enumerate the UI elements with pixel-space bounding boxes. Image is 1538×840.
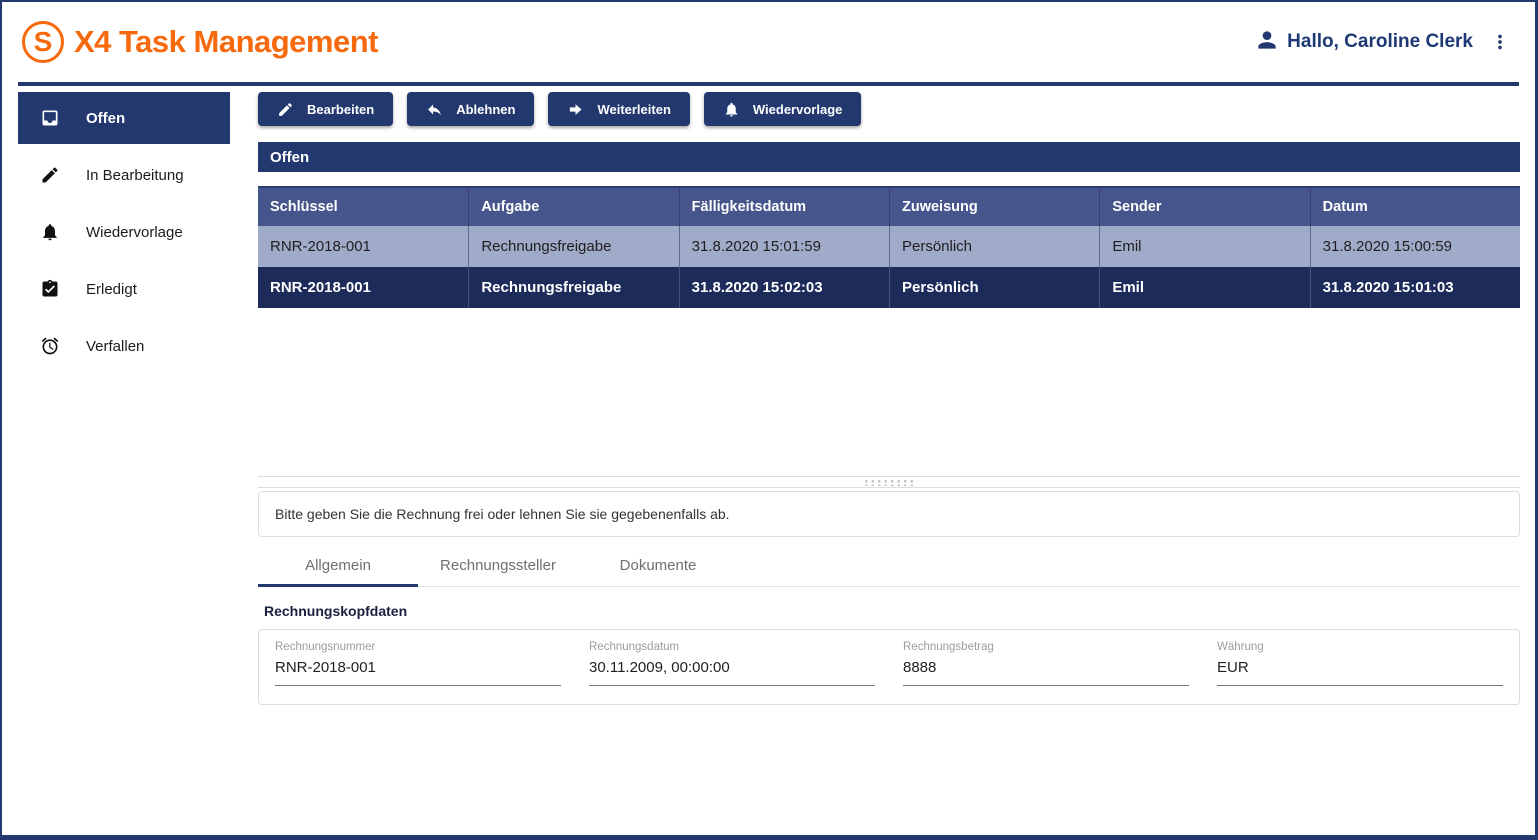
table-row[interactable]: RNR-2018-001 Rechnungsfreigabe 31.8.2020… [258, 226, 1520, 267]
cell-zuweisung: Persönlich [889, 226, 1099, 267]
field-label: Rechnungsdatum [589, 641, 875, 653]
sidebar-item-in-bearbeitung[interactable]: In Bearbeitung [18, 149, 230, 201]
table-header-row: Schlüssel Aufgabe Fälligkeitsdatum Zuwei… [258, 186, 1520, 226]
softproject-logo-icon: S [22, 21, 64, 63]
rechnungsbetrag-field[interactable]: Rechnungsbetrag 8888 [903, 641, 1189, 686]
task-list-title-bar: Offen [258, 142, 1520, 172]
logo-letter: S [34, 28, 53, 56]
cell-zuweisung: Persönlich [889, 267, 1099, 308]
detail-tabs: Allgemein Rechnungssteller Dokumente [258, 545, 1520, 587]
field-underline [903, 685, 1189, 686]
column-header-datum[interactable]: Datum [1310, 188, 1520, 226]
main-panel: Bearbeiten Ablehnen Weiterleiten [258, 86, 1535, 835]
app-title: X4 Task Management [74, 24, 378, 60]
cell-aufgabe: Rechnungsfreigabe [468, 226, 678, 267]
button-label: Weiterleiten [597, 102, 670, 117]
kebab-menu-icon[interactable] [1489, 31, 1511, 53]
field-underline [589, 685, 875, 686]
cell-datum: 31.8.2020 15:01:03 [1310, 267, 1520, 308]
cell-schluessel: RNR-2018-001 [258, 226, 468, 267]
invoice-header-form: Rechnungsnummer RNR-2018-001 Rechnungsda… [258, 629, 1520, 705]
sidebar-item-label: Erledigt [86, 281, 137, 298]
waehrung-field[interactable]: Währung EUR [1217, 641, 1503, 686]
detail-section-title: Rechnungskopfdaten [264, 603, 1520, 619]
wiedervorlage-button[interactable]: Wiedervorlage [704, 92, 861, 126]
task-done-icon [40, 279, 60, 299]
sidebar-item-erledigt[interactable]: Erledigt [18, 263, 230, 315]
forward-arrow-icon [567, 101, 584, 118]
column-header-faelligkeitsdatum[interactable]: Fälligkeitsdatum [679, 188, 889, 226]
bearbeiten-button[interactable]: Bearbeiten [258, 92, 393, 126]
sidebar-item-wiedervorlage[interactable]: Wiedervorlage [18, 206, 230, 258]
sidebar-item-label: Wiedervorlage [86, 224, 183, 241]
sidebar-item-offen[interactable]: Offen [18, 92, 230, 144]
column-header-schluessel[interactable]: Schlüssel [258, 188, 468, 226]
weiterleiten-button[interactable]: Weiterleiten [548, 92, 689, 126]
task-table: Schlüssel Aufgabe Fälligkeitsdatum Zuwei… [258, 186, 1520, 308]
splitter-handle-icon [863, 479, 915, 486]
app-window: S X4 Task Management Hallo, Caroline Cle… [0, 0, 1538, 840]
toolbar: Bearbeiten Ablehnen Weiterleiten [258, 92, 1520, 126]
reply-icon [426, 101, 443, 118]
user-area: Hallo, Caroline Clerk [1254, 27, 1511, 58]
field-underline [1217, 685, 1503, 686]
rechnungsnummer-field[interactable]: Rechnungsnummer RNR-2018-001 [275, 641, 561, 686]
column-header-zuweisung[interactable]: Zuweisung [889, 188, 1099, 226]
cell-aufgabe: Rechnungsfreigabe [468, 267, 678, 308]
field-value: RNR-2018-001 [275, 659, 561, 676]
task-list-title: Offen [270, 149, 309, 166]
ablehnen-button[interactable]: Ablehnen [407, 92, 534, 126]
user-greeting: Hallo, Caroline Clerk [1287, 31, 1473, 53]
field-value: 30.11.2009, 00:00:00 [589, 659, 875, 676]
alarm-icon [40, 336, 60, 356]
field-value: EUR [1217, 659, 1503, 676]
column-header-sender[interactable]: Sender [1099, 188, 1309, 226]
table-row-selected[interactable]: RNR-2018-001 Rechnungsfreigabe 31.8.2020… [258, 267, 1520, 308]
sidebar-item-label: In Bearbeitung [86, 167, 184, 184]
instruction-text: Bitte geben Sie die Rechnung frei oder l… [275, 506, 730, 522]
cell-schluessel: RNR-2018-001 [258, 267, 468, 308]
inbox-icon [40, 108, 60, 128]
sidebar-item-label: Offen [86, 110, 125, 127]
panel-splitter[interactable] [258, 476, 1520, 488]
tab-rechnungssteller[interactable]: Rechnungssteller [418, 545, 578, 586]
bell-icon [40, 222, 60, 242]
tab-allgemein[interactable]: Allgemein [258, 545, 418, 586]
button-label: Wiedervorlage [753, 102, 842, 117]
button-label: Ablehnen [456, 102, 515, 117]
cell-sender: Emil [1099, 226, 1309, 267]
sidebar-item-verfallen[interactable]: Verfallen [18, 320, 230, 372]
person-icon [1254, 27, 1280, 58]
field-underline [275, 685, 561, 686]
sidebar: Offen In Bearbeitung Wiedervorlage Erled… [2, 86, 258, 835]
field-label: Währung [1217, 641, 1503, 653]
field-label: Rechnungsnummer [275, 641, 561, 653]
rechnungsdatum-field[interactable]: Rechnungsdatum 30.11.2009, 00:00:00 [589, 641, 875, 686]
instruction-card: Bitte geben Sie die Rechnung frei oder l… [258, 491, 1520, 537]
sidebar-item-label: Verfallen [86, 338, 144, 355]
cell-sender: Emil [1099, 267, 1309, 308]
column-header-aufgabe[interactable]: Aufgabe [468, 188, 678, 226]
field-label: Rechnungsbetrag [903, 641, 1189, 653]
edit-icon [40, 165, 60, 185]
bell-icon [723, 101, 740, 118]
tab-dokumente[interactable]: Dokumente [578, 545, 738, 586]
edit-icon [277, 101, 294, 118]
cell-faelligkeitsdatum: 31.8.2020 15:02:03 [679, 267, 889, 308]
cell-datum: 31.8.2020 15:00:59 [1310, 226, 1520, 267]
field-value: 8888 [903, 659, 1189, 676]
cell-faelligkeitsdatum: 31.8.2020 15:01:59 [679, 226, 889, 267]
app-header: S X4 Task Management Hallo, Caroline Cle… [2, 2, 1535, 82]
button-label: Bearbeiten [307, 102, 374, 117]
